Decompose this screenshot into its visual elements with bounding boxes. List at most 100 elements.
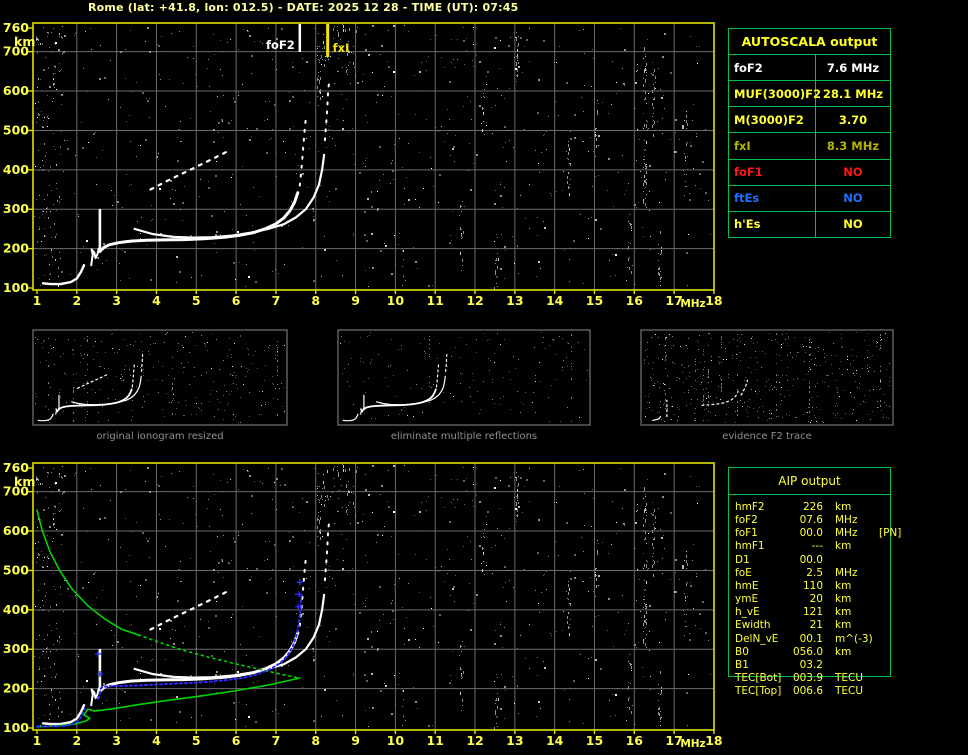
mini-noise [340, 332, 588, 422]
x-tick-label: 4 [152, 733, 161, 748]
aip-cell: 003.9 [789, 672, 823, 685]
aip-cell: 07.6 [789, 514, 823, 527]
x-tick-label: 3 [112, 733, 121, 748]
aip-cell: hmF1 [735, 540, 789, 553]
aip-output-table: AIP output hmF2226kmfoF207.6MHzfoF100.0M… [728, 467, 891, 677]
aip-cell: MHz [835, 527, 879, 540]
x-tick-label: 1 [33, 293, 42, 308]
autoscala-table-rows: foF27.6 MHzMUF(3000)F228.1 MHzM(3000)F23… [729, 55, 890, 237]
autoscala-param-value: 28.1 MHz [816, 87, 890, 101]
y-tick-label: 200 [3, 681, 29, 696]
ionogram-traces [43, 84, 329, 284]
aip-cell: Ewidth [735, 619, 789, 632]
aip-row-TEC[Bot]: TEC[Bot]003.9TECU [735, 672, 965, 685]
autoscala-param-label: foF1 [729, 160, 816, 185]
autoscala-row-h'Es: h'EsNO [729, 211, 890, 237]
aip-cell: hmF2 [735, 501, 789, 514]
autoscala-param-label: ftEs [729, 186, 816, 211]
autoscala-param-label: MUF(3000)F2 [729, 81, 816, 106]
x-tick-label: 10 [387, 293, 405, 308]
aip-row-hmF1: hmF1---km [735, 540, 965, 553]
aip-cell: MHz [835, 514, 879, 527]
y-tick-label: 500 [3, 122, 29, 137]
aip-cell: 121 [789, 606, 823, 619]
plot-border [33, 23, 714, 290]
aip-cell: km [835, 580, 879, 593]
aip-cell: TECU [835, 685, 879, 698]
aip-cell: B0 [735, 646, 789, 659]
aip-cell: foF1 [735, 527, 789, 540]
autoscala-param-value: NO [816, 191, 890, 205]
aip-cell: 006.6 [789, 685, 823, 698]
aip-cell: DelN_vE [735, 633, 789, 646]
autoscala-param-label: fxI [729, 133, 816, 158]
y-tick-label: 600 [3, 523, 29, 538]
aip-cell: 20 [789, 593, 823, 606]
x-tick-label: 10 [387, 733, 405, 748]
aip-cell: TEC[Bot] [735, 672, 789, 685]
x-axis-unit-label: MHz [680, 298, 705, 310]
x-tick-label: 11 [426, 733, 443, 748]
x-tick-label: 9 [351, 733, 360, 748]
autoscala-param-label: h'Es [729, 212, 816, 237]
y-tick-label: 300 [3, 201, 29, 216]
aip-cell: 03.2 [789, 659, 823, 672]
aip-cell: 056.0 [789, 646, 823, 659]
axis-labels: 123456789101112131415161718MHz7607006005… [3, 460, 723, 750]
aip-cell: h_vE [735, 606, 789, 619]
ionogram-traces [37, 510, 329, 727]
aip-table-header: AIP output [729, 468, 890, 495]
axis-ticks [28, 468, 714, 734]
autoscala-row-M(3000)F2: M(3000)F23.70 [729, 106, 890, 132]
aip-cell: 21 [789, 619, 823, 632]
aip-cell: km [835, 619, 879, 632]
x-tick-label: 9 [351, 293, 360, 308]
x-tick-label: 14 [546, 293, 564, 308]
ionogram-bottom-plot: 123456789101112131415161718MHz7607006005… [3, 460, 723, 750]
station-title: Rome (lat: +41.8, lon: 012.5) - DATE: 20… [88, 1, 518, 14]
x-tick-label: 18 [705, 733, 722, 748]
aip-row-TEC[Top]: TEC[Top]006.6TECU [735, 685, 965, 698]
y-tick-label: 600 [3, 83, 29, 98]
fit-anchor-plus-icon [297, 579, 303, 585]
aip-cell: foF2 [735, 514, 789, 527]
autoscala-param-value: 3.70 [816, 113, 890, 127]
autoscala-param-value: 8.3 MHz [816, 139, 890, 153]
aip-cell: --- [789, 540, 823, 553]
aip-row-Ewidth: Ewidth21 km [735, 619, 965, 632]
x-tick-label: 4 [152, 293, 161, 308]
x-tick-label: 14 [546, 733, 564, 748]
y-tick-label: 100 [3, 280, 29, 295]
aip-cell: 00.0 [789, 527, 823, 540]
aip-row-B0: B0056.0 km [735, 646, 965, 659]
autoscala-param-value: NO [816, 165, 890, 179]
x-tick-label: 8 [311, 293, 320, 308]
autoscala-param-value: 7.6 MHz [816, 61, 890, 75]
x-tick-label: 18 [705, 293, 722, 308]
aip-row-h_vE: h_vE121km [735, 606, 965, 619]
mini-panel-2 [641, 330, 893, 425]
axis-labels: 123456789101112131415161718MHz7607006005… [3, 20, 723, 310]
x-tick-label: 5 [192, 733, 201, 748]
x-tick-label: 7 [272, 293, 281, 308]
aip-cell: 226 [789, 501, 823, 514]
panel-caption-original: original ionogram resized [33, 431, 287, 443]
aip-cell: hmE [735, 580, 789, 593]
x-tick-label: 12 [466, 733, 483, 748]
x-tick-label: 6 [232, 733, 241, 748]
y-axis-unit-label: km [14, 474, 35, 489]
panel-caption-eliminate: eliminate multiple reflections [338, 431, 590, 443]
autoscala-row-MUF(3000)F2: MUF(3000)F228.1 MHz [729, 80, 890, 106]
y-tick-label: 400 [3, 162, 29, 177]
aip-cell: 110 [789, 580, 823, 593]
aip-cell: m^(-3) [835, 633, 879, 646]
aip-row-ymE: ymE20km [735, 593, 965, 606]
aip-cell: km [835, 646, 879, 659]
mini-panel-border [641, 330, 893, 425]
marker-label-foF2: foF2 [266, 38, 295, 52]
x-tick-label: 13 [506, 293, 523, 308]
autoscala-row-ftEs: ftEsNO [729, 185, 890, 211]
aip-cell: 00.0 [789, 554, 823, 567]
y-tick-label: 760 [3, 20, 29, 35]
fit-anchor-plus-icon [97, 671, 103, 677]
